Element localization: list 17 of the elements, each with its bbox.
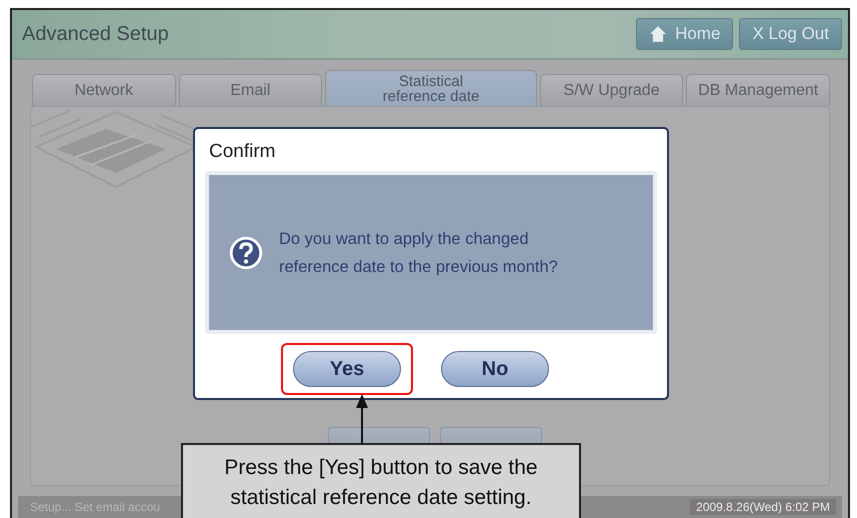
tab[interactable]: S/W Upgrade bbox=[540, 74, 684, 106]
no-button[interactable]: No bbox=[441, 351, 549, 387]
instruction-tooltip: Press the [Yes] button to save the statistical reference date setting. bbox=[181, 443, 581, 518]
logout-button[interactable]: X Log Out bbox=[739, 18, 842, 50]
dialog-message: Do you want to apply the changed reference date to the previous month? bbox=[279, 228, 559, 278]
home-icon bbox=[649, 25, 668, 43]
tab[interactable]: Email bbox=[178, 74, 322, 106]
arrow bbox=[355, 394, 369, 444]
tab[interactable]: Statistical reference date bbox=[325, 70, 537, 106]
status-datetime: 2009.8.26(Wed) 6:02 PM bbox=[690, 499, 836, 515]
window-title: Advanced Setup bbox=[22, 22, 169, 46]
yes-button[interactable]: Yes bbox=[293, 351, 401, 387]
home-button[interactable]: Home bbox=[636, 18, 734, 50]
tab[interactable]: DB Management bbox=[686, 74, 830, 106]
dialog-title: Confirm bbox=[208, 140, 277, 164]
question-icon bbox=[229, 236, 263, 270]
tab[interactable]: Network bbox=[32, 74, 176, 106]
